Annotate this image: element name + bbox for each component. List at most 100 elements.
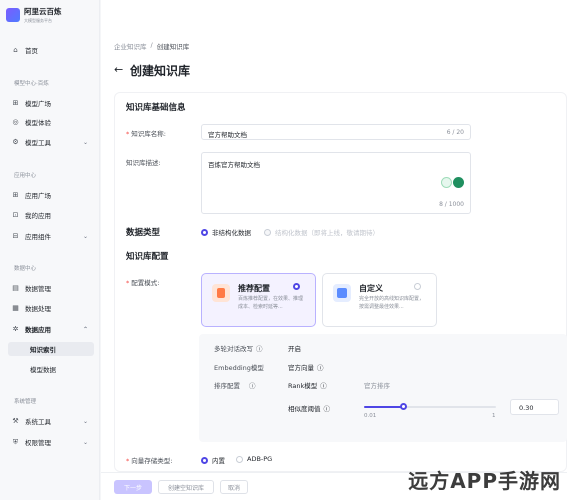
kb-desc-value: 百炼官方帮助文档 bbox=[208, 161, 260, 169]
brand-tagline: 大模型服务平台 bbox=[24, 18, 52, 23]
apps-icon: ⊞ bbox=[12, 191, 19, 199]
sidebar-subitem-model-data[interactable]: 模型数据 bbox=[30, 362, 56, 376]
flask-icon: ◎ bbox=[12, 118, 19, 126]
storage-adbpg-option[interactable]: ADB-PG bbox=[236, 455, 272, 463]
info-icon[interactable]: ⓘ bbox=[324, 403, 331, 413]
kb-name-label: * 知识库名称: bbox=[126, 130, 166, 138]
threshold-slider-handle[interactable] bbox=[399, 403, 407, 410]
slider-max-label: 1 bbox=[492, 413, 496, 419]
slider-min-label: 0.01 bbox=[364, 413, 377, 419]
breadcrumb-separator: / bbox=[150, 41, 153, 49]
cancel-button[interactable]: 取消 bbox=[220, 480, 248, 494]
mode-recommended-radio bbox=[293, 283, 300, 290]
idea-icon[interactable] bbox=[441, 177, 452, 188]
component-icon: ⊟ bbox=[12, 232, 19, 240]
sidebar-item-my-apps[interactable]: ⊡ 我的应用 bbox=[12, 208, 94, 222]
info-icon[interactable]: ⓘ bbox=[249, 380, 256, 390]
gear-icon: ✲ bbox=[12, 325, 19, 333]
mode-recommended-title: 推荐配置 bbox=[238, 284, 270, 293]
embedding-value: 官方向量 ⓘ bbox=[288, 362, 324, 372]
config-mode-label: * 配置模式: bbox=[126, 279, 160, 287]
brand-logo[interactable]: 阿里云百炼 大模型服务平台 bbox=[6, 6, 62, 24]
data-type-structured-option: 结构化数据（即将上线，敬请期待） bbox=[264, 227, 379, 237]
chevron-down-icon: ⌄ bbox=[82, 417, 88, 425]
breadcrumb-parent[interactable]: 企业知识库 bbox=[114, 41, 147, 51]
threshold-label: 相似度阈值 ⓘ bbox=[288, 403, 331, 413]
sidebar-subitem-knowledge-index[interactable]: 知识索引 bbox=[8, 342, 94, 356]
sidebar-item-data-process[interactable]: ▦ 数据处理 bbox=[12, 301, 94, 315]
radio-selected bbox=[201, 456, 208, 464]
next-button[interactable]: 下一步 bbox=[114, 480, 152, 494]
nav-group-system: 系统管理 bbox=[14, 399, 37, 405]
nav-group-data: 数据中心 bbox=[14, 266, 37, 272]
info-icon[interactable]: ⓘ bbox=[256, 343, 263, 353]
recommend-icon bbox=[212, 284, 230, 302]
grid-icon: ⊞ bbox=[12, 99, 19, 107]
breadcrumb-current: 创建知识库 bbox=[156, 43, 190, 51]
radio-disabled bbox=[264, 228, 271, 236]
brand-logo-icon bbox=[6, 8, 20, 22]
rank-model-value: 官方排序 bbox=[364, 382, 390, 390]
rewrite-label: 多轮对话改写 ⓘ bbox=[214, 343, 263, 353]
info-icon[interactable]: ⓘ bbox=[317, 362, 324, 372]
ai-assistant-icon[interactable] bbox=[453, 177, 464, 188]
data-type-label: 数据类型 bbox=[126, 228, 161, 238]
breadcrumb: 企业知识库 / 创建知识库 bbox=[114, 41, 189, 51]
app-icon: ⊡ bbox=[12, 211, 19, 219]
section-kb-config: 知识库配置 bbox=[126, 252, 169, 262]
mode-recommended-desc: 百炼推荐配置，在效果、推理成本、检索时延等... bbox=[238, 296, 304, 310]
sidebar-item-model-trial[interactable]: ◎ 模型体验 bbox=[12, 115, 94, 129]
custom-database-icon bbox=[333, 284, 351, 302]
back-arrow-icon[interactable]: ← bbox=[114, 63, 123, 76]
embedding-label: Embedding模型 bbox=[214, 364, 264, 372]
sidebar-item-data-apps[interactable]: ✲ 数据应用 ⌃ bbox=[12, 322, 94, 336]
storage-builtin-option[interactable]: 内置 bbox=[201, 455, 225, 465]
watermark-text: 远方APP手游网 bbox=[408, 469, 561, 493]
sidebar-item-app-market[interactable]: ⊞ 应用广场 bbox=[12, 188, 94, 202]
chevron-down-icon: ⌄ bbox=[82, 232, 88, 240]
kb-desc-label: 知识库描述: bbox=[126, 159, 161, 167]
chevron-up-icon: ⌃ bbox=[82, 325, 88, 333]
wrench-icon: ⚒ bbox=[12, 417, 19, 425]
database-icon: ▤ bbox=[12, 284, 19, 292]
home-icon: ⌂ bbox=[13, 46, 18, 54]
shield-icon: ⛨ bbox=[12, 437, 19, 446]
brand-name: 阿里云百炼 bbox=[24, 7, 62, 16]
info-icon[interactable]: ⓘ bbox=[320, 380, 327, 390]
sidebar-item-app-components[interactable]: ⊟ 应用组件 ⌄ bbox=[12, 229, 94, 243]
radio-unselected bbox=[236, 455, 243, 463]
storage-type-label: * 向量存储类型: bbox=[126, 457, 173, 465]
page-title: 创建知识库 bbox=[130, 64, 191, 78]
sidebar-item-model-market[interactable]: ⊞ 模型广场 bbox=[12, 96, 94, 110]
sidebar-item-data-manage[interactable]: ▤ 数据管理 bbox=[12, 281, 94, 295]
chevron-down-icon: ⌄ bbox=[82, 138, 88, 146]
kb-name-input[interactable]: 官方帮助文档 6 / 20 bbox=[201, 124, 471, 140]
tool-icon: ⚙ bbox=[12, 138, 19, 146]
mode-custom-title: 自定义 bbox=[359, 284, 383, 293]
kb-name-counter: 6 / 20 bbox=[446, 129, 464, 136]
sidebar-item-permissions[interactable]: ⛨ 权限管理 ⌄ bbox=[12, 435, 94, 449]
rank-config-label: 排序配置 ⓘ bbox=[214, 380, 256, 390]
rewrite-value: 开启 bbox=[288, 345, 301, 353]
sidebar-item-home[interactable]: ⌂ 首页 bbox=[12, 43, 94, 57]
data-type-unstructured-option[interactable]: 非结构化数据 bbox=[201, 227, 251, 237]
sidebar-item-model-tools[interactable]: ⚙ 模型工具 ⌄ bbox=[12, 135, 94, 149]
mode-card-custom[interactable]: 自定义 完全开放的高线知识库配置，按需调整最佳效果... bbox=[322, 273, 437, 327]
create-empty-kb-button[interactable]: 创建空知识库 bbox=[158, 480, 214, 494]
chevron-down-icon: ⌄ bbox=[82, 438, 88, 446]
section-basic-info: 知识库基础信息 bbox=[126, 103, 186, 113]
kb-desc-counter: 8 / 1000 bbox=[439, 201, 464, 208]
mode-custom-desc: 完全开放的高线知识库配置，按需调整最佳效果... bbox=[359, 296, 425, 310]
mode-custom-radio bbox=[414, 283, 421, 290]
nav-group-app: 应用中心 bbox=[14, 173, 37, 179]
threshold-slider-fill bbox=[364, 406, 404, 408]
radio-selected bbox=[201, 228, 208, 236]
kb-name-value: 官方帮助文档 bbox=[208, 131, 247, 139]
rank-model-label: Rank模型 ⓘ bbox=[288, 380, 327, 390]
nav-group-model: 模型中心·百炼 bbox=[14, 81, 49, 87]
mode-card-recommended[interactable]: 推荐配置 百炼推荐配置，在效果、推理成本、检索时延等... bbox=[201, 273, 316, 327]
sidebar-item-system-tools[interactable]: ⚒ 系统工具 ⌄ bbox=[12, 414, 94, 428]
kb-desc-textarea[interactable]: 百炼官方帮助文档 8 / 1000 bbox=[201, 152, 471, 214]
threshold-input[interactable]: 0.30 bbox=[510, 399, 559, 415]
process-icon: ▦ bbox=[12, 304, 19, 312]
